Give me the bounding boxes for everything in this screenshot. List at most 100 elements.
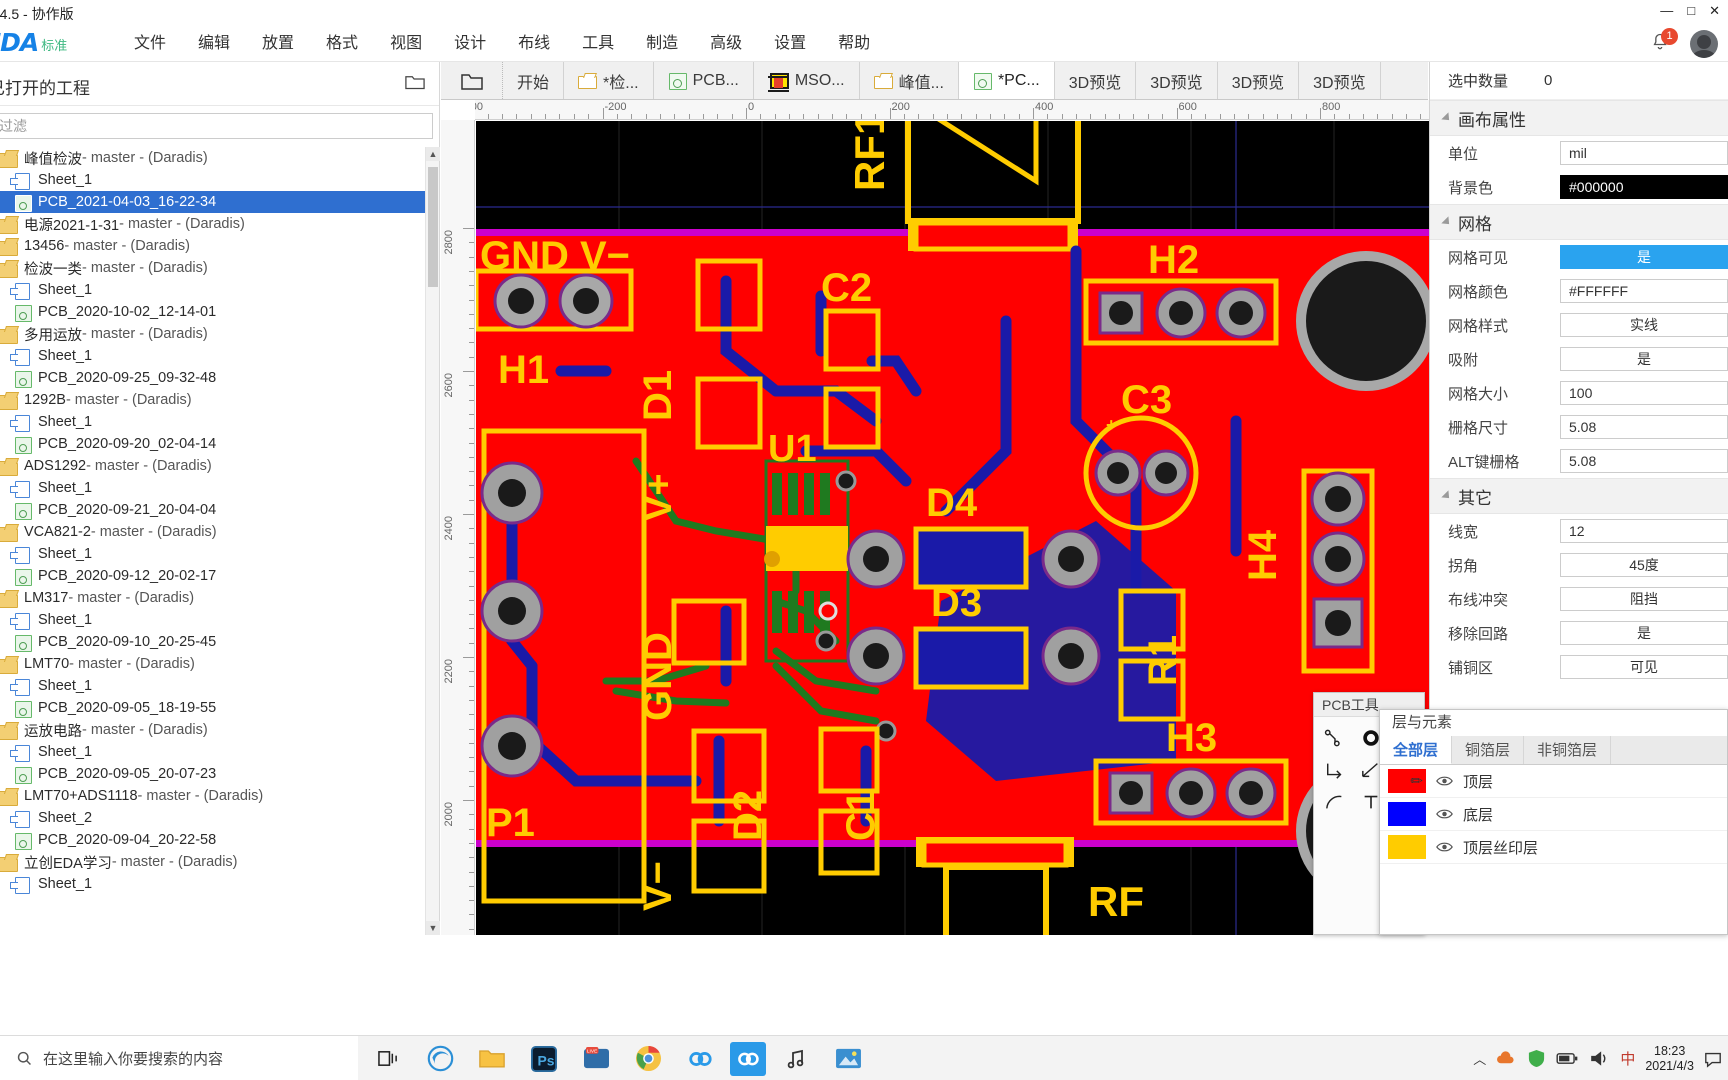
- tree-item[interactable]: Sheet_1: [0, 675, 425, 697]
- property-group-header[interactable]: 网格: [1430, 204, 1728, 240]
- layer-color-swatch[interactable]: [1388, 802, 1426, 826]
- scroll-down-arrow[interactable]: ▼: [426, 921, 440, 935]
- property-value[interactable]: 是: [1560, 621, 1728, 645]
- arc-icon[interactable]: [1318, 787, 1352, 817]
- filter-input[interactable]: [0, 114, 432, 138]
- menu-item-8[interactable]: 制造: [630, 26, 694, 62]
- tree-item[interactable]: Sheet_1: [0, 543, 425, 565]
- taskbar-clock[interactable]: 18:23 2021/4/3: [1645, 1044, 1694, 1074]
- tree-item[interactable]: Sheet_1: [0, 873, 425, 895]
- layer-row[interactable]: 顶层丝印层: [1380, 831, 1727, 864]
- user-avatar[interactable]: [1690, 30, 1718, 58]
- notification-bell[interactable]: 1: [1650, 28, 1678, 56]
- tree-item[interactable]: Sheet_1: [0, 279, 425, 301]
- tree-item[interactable]: Sheet_1: [0, 411, 425, 433]
- tree-item[interactable]: PCB_2020-09-21_20-04-04: [0, 499, 425, 521]
- eye-icon[interactable]: [1436, 840, 1453, 854]
- cloud-icon[interactable]: [1496, 1050, 1517, 1067]
- document-tab-7[interactable]: 3D预览: [1136, 62, 1218, 99]
- property-value[interactable]: 实线: [1560, 313, 1728, 337]
- menu-item-0[interactable]: 文件: [118, 26, 182, 62]
- maximize-button[interactable]: □: [1687, 4, 1695, 18]
- property-group-header[interactable]: 画布属性: [1430, 100, 1728, 136]
- task-view-icon[interactable]: [366, 1036, 410, 1080]
- document-tab-8[interactable]: 3D预览: [1217, 62, 1300, 99]
- document-tab-4[interactable]: 峰值...: [859, 62, 959, 99]
- property-value[interactable]: mil: [1560, 141, 1728, 165]
- tree-item[interactable]: PCB_2020-09-05_18-19-55: [0, 697, 425, 719]
- lceda-icon[interactable]: [678, 1036, 722, 1080]
- menu-item-10[interactable]: 设置: [758, 26, 822, 62]
- edge-icon[interactable]: [418, 1036, 462, 1080]
- eye-icon[interactable]: [1436, 774, 1453, 788]
- property-value[interactable]: #000000: [1560, 175, 1728, 199]
- property-value[interactable]: 可见: [1560, 655, 1728, 679]
- pcb-canvas-area[interactable]: -400-20002004006008001000 28002600240022…: [441, 100, 1429, 935]
- music-icon[interactable]: [774, 1036, 818, 1080]
- lceda-pro-icon[interactable]: [730, 1041, 766, 1076]
- tree-item[interactable]: 1292B - master - (Daradis): [0, 389, 425, 411]
- tree-item[interactable]: 检波一类 - master - (Daradis): [0, 257, 425, 279]
- chrome-icon[interactable]: [626, 1036, 670, 1080]
- ime-icon[interactable]: 中: [1620, 1048, 1635, 1069]
- tree-item[interactable]: LMT70 - master - (Daradis): [0, 653, 425, 675]
- menu-item-6[interactable]: 布线: [502, 26, 566, 62]
- tree-item[interactable]: Sheet_1: [0, 477, 425, 499]
- shield-icon[interactable]: [1527, 1049, 1546, 1068]
- menu-item-1[interactable]: 编辑: [182, 26, 246, 62]
- layer-row[interactable]: 底层: [1380, 798, 1727, 831]
- tree-item[interactable]: Sheet_1: [0, 741, 425, 763]
- notification-icon[interactable]: [1704, 1050, 1722, 1068]
- pcb-board-view[interactable]: RF1 RF GND V− H1 D1 C2 H2 + C3 U1 V+ GND…: [476, 121, 1429, 935]
- layers-tab-1[interactable]: 铜箔层: [1452, 736, 1525, 764]
- menu-item-5[interactable]: 设计: [438, 26, 502, 62]
- document-tab-3[interactable]: MSO...: [753, 62, 860, 99]
- volume-icon[interactable]: [1589, 1049, 1610, 1068]
- tree-item[interactable]: PCB_2020-09-04_20-22-58: [0, 829, 425, 851]
- scroll-up-arrow[interactable]: ▲: [426, 147, 440, 161]
- tab-home-icon[interactable]: [441, 62, 503, 99]
- close-button[interactable]: ✕: [1709, 4, 1720, 18]
- tree-item[interactable]: Sheet_1: [0, 609, 425, 631]
- tree-item[interactable]: LMT70+ADS1118 - master - (Daradis): [0, 785, 425, 807]
- tree-item[interactable]: 电源2021-1-31 - master - (Daradis): [0, 213, 425, 235]
- live-icon[interactable]: LIVE: [574, 1036, 618, 1080]
- pad-icon[interactable]: [1318, 755, 1352, 785]
- battery-icon[interactable]: [1556, 1051, 1579, 1066]
- taskbar-search[interactable]: 在这里输入你要搜索的内容: [0, 1036, 358, 1080]
- tree-item[interactable]: PCB_2020-10-02_12-14-01: [0, 301, 425, 323]
- tree-item[interactable]: PCB_2021-04-03_16-22-34: [0, 191, 425, 213]
- document-tab-1[interactable]: *检...: [564, 62, 654, 99]
- tree-item[interactable]: PCB_2020-09-25_09-32-48: [0, 367, 425, 389]
- photos-icon[interactable]: [826, 1036, 870, 1080]
- property-value[interactable]: 100: [1560, 381, 1728, 405]
- property-value[interactable]: 5.08: [1560, 449, 1728, 473]
- menu-item-7[interactable]: 工具: [566, 26, 630, 62]
- layer-color-swatch[interactable]: ✏: [1388, 769, 1426, 793]
- document-tab-5[interactable]: *PC...: [958, 62, 1055, 99]
- minimize-button[interactable]: —: [1660, 4, 1673, 18]
- property-value[interactable]: 12: [1560, 519, 1728, 543]
- photoshop-icon[interactable]: Ps: [522, 1036, 566, 1080]
- tree-item[interactable]: Sheet_1: [0, 345, 425, 367]
- layer-color-swatch[interactable]: [1388, 835, 1426, 859]
- app-logo[interactable]: EDA 标准: [0, 30, 67, 56]
- track-icon[interactable]: [1318, 723, 1352, 753]
- open-folder-icon[interactable]: [405, 74, 425, 91]
- tree-item[interactable]: PCB_2020-09-05_20-07-23: [0, 763, 425, 785]
- scroll-thumb[interactable]: [428, 167, 438, 287]
- tree-item[interactable]: LM317 - master - (Daradis): [0, 587, 425, 609]
- project-tree-scrollbar[interactable]: ▲ ▼: [425, 147, 440, 935]
- menu-item-11[interactable]: 帮助: [822, 26, 886, 62]
- property-value[interactable]: 45度: [1560, 553, 1728, 577]
- property-value[interactable]: 是: [1560, 347, 1728, 371]
- menu-item-4[interactable]: 视图: [374, 26, 438, 62]
- document-tab-9[interactable]: 3D预览: [1299, 62, 1381, 99]
- layers-tab-2[interactable]: 非铜箔层: [1524, 736, 1612, 764]
- property-value[interactable]: 阻挡: [1560, 587, 1728, 611]
- tree-item[interactable]: Sheet_1: [0, 169, 425, 191]
- tree-item[interactable]: PCB_2020-09-20_02-04-14: [0, 433, 425, 455]
- tree-item[interactable]: 多用运放 - master - (Daradis): [0, 323, 425, 345]
- tree-item[interactable]: PCB_2020-09-12_20-02-17: [0, 565, 425, 587]
- menu-item-3[interactable]: 格式: [310, 26, 374, 62]
